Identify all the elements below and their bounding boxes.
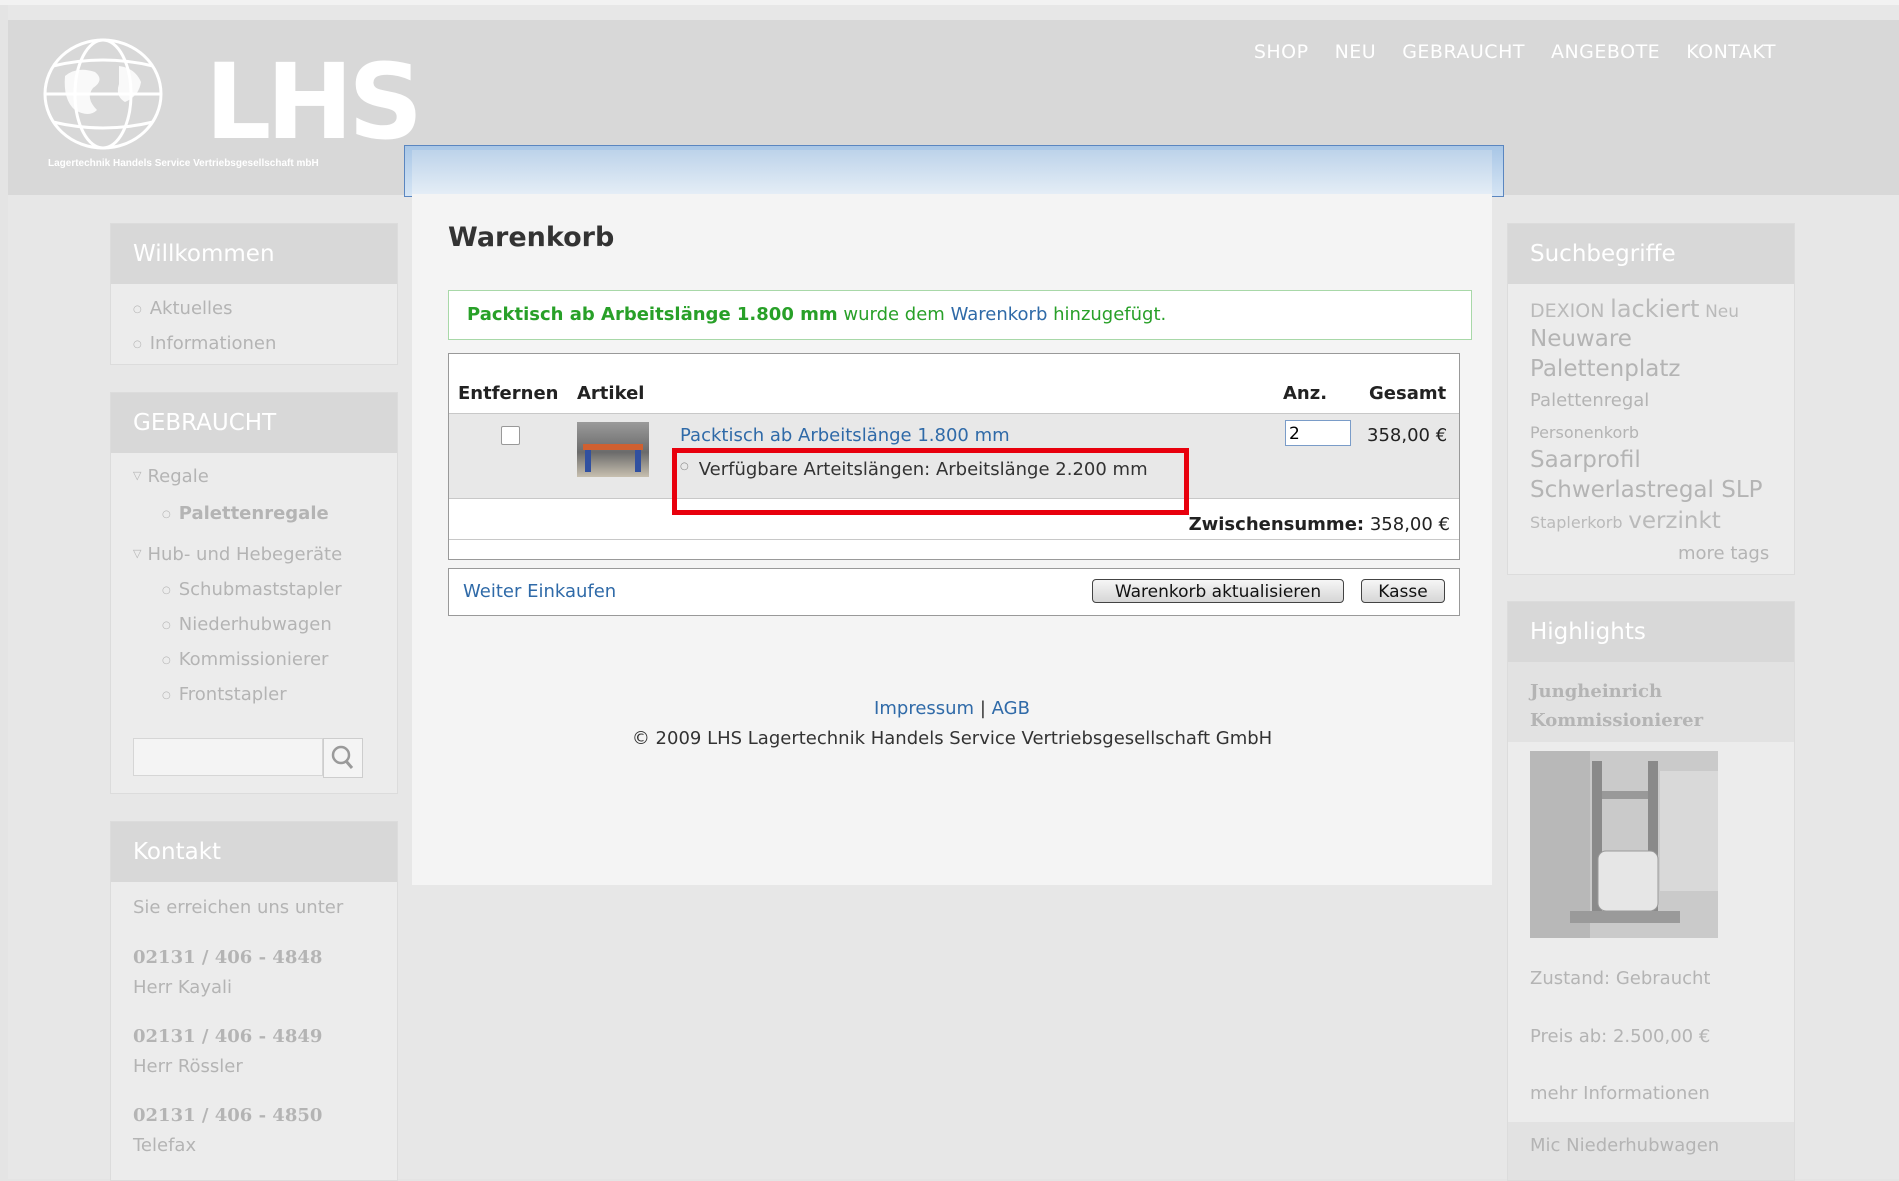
highlight-next-item[interactable]: Mic Niederhubwagen <box>1530 1135 1719 1156</box>
tag-staplerkorb[interactable]: Staplerkorb <box>1530 513 1622 532</box>
highlight-preis: Preis ab: 2.500,00 € <box>1530 1026 1711 1047</box>
modal-header-gradient <box>412 150 1492 194</box>
contact-intro: Sie erreichen uns unter <box>133 897 344 918</box>
header-item: Artikel <box>577 383 645 404</box>
message-text-1: wurde dem <box>843 304 945 325</box>
quantity-input[interactable]: 2 <box>1285 420 1351 446</box>
main-nav: SHOP NEU GEBRAUCHT ANGEBOTE KONTAKT <box>1254 41 1776 63</box>
product-link[interactable]: Packtisch ab Arbeitslänge 1.800 mm <box>680 425 1010 446</box>
subtotal-label: Zwischensumme: <box>1188 514 1365 535</box>
header-total: Gesamt <box>1369 383 1447 404</box>
subtotal-value: 358,00 € <box>1369 514 1450 535</box>
tag-dexion[interactable]: DEXION <box>1530 300 1604 322</box>
sidebar-item-regale[interactable]: Regale <box>133 466 208 487</box>
sidebar-item-hub[interactable]: Hub- und Hebegeräte <box>133 544 342 565</box>
highlight-product-image[interactable] <box>1530 751 1718 938</box>
subtotal: Zwischensumme: 358,00 € <box>1189 514 1450 535</box>
cart-actions: Weiter Einkaufen Warenkorb aktualisieren… <box>448 568 1460 616</box>
tag-neuware[interactable]: Neuware <box>1530 326 1632 352</box>
added-to-cart-message: Packtisch ab Arbeitslänge 1.800 mm wurde… <box>448 290 1472 340</box>
highlight-more-info[interactable]: mehr Informationen <box>1530 1083 1710 1104</box>
site-logo[interactable]: LHS Lagertechnik Handels Service Vertrie… <box>35 36 423 176</box>
tag-verzinkt[interactable]: verzinkt <box>1628 508 1721 534</box>
item-total: 358,00 € <box>1367 425 1448 446</box>
search-input[interactable] <box>133 738 323 776</box>
contact-block: Kontakt <box>110 821 398 1181</box>
cart-title: Warenkorb <box>448 222 615 253</box>
table-divider <box>449 539 1459 540</box>
forklift-image-icon <box>1530 751 1718 938</box>
contact-name-3: Telefax <box>133 1135 197 1156</box>
sidebar-item-aktuelles[interactable]: Aktuelles <box>133 298 233 319</box>
update-cart-button[interactable]: Warenkorb aktualisieren <box>1092 579 1344 603</box>
continue-shopping-link[interactable]: Weiter Einkaufen <box>463 581 616 602</box>
globe-logo-icon <box>43 38 163 150</box>
contact-phone-2: 02131 / 406 - 4849 <box>133 1026 323 1047</box>
more-tags-link[interactable]: more tags <box>1678 543 1769 564</box>
tag-saarprofil[interactable]: Saarprofil <box>1530 447 1641 473</box>
message-text-2: hinzugefügt. <box>1053 304 1167 325</box>
table-row: Packtisch ab Arbeitslänge 1.800 mm ○ Verf… <box>449 413 1459 515</box>
highlights-title: Highlights <box>1508 602 1794 662</box>
welcome-title: Willkommen <box>111 224 397 284</box>
sidebar-item-schubmaststapler[interactable]: Schubmaststapler <box>162 579 342 600</box>
impressum-link[interactable]: Impressum <box>874 698 974 719</box>
tag-personenkorb[interactable]: Personenkorb <box>1530 423 1639 442</box>
sidebar-item-palettenregale[interactable]: Palettenregale <box>162 503 329 524</box>
checkout-button[interactable]: Kasse <box>1361 579 1445 603</box>
highlight-annotation-box <box>672 448 1189 515</box>
agb-link[interactable]: AGB <box>992 698 1030 719</box>
sidebar-item-informationen[interactable]: Informationen <box>133 333 277 354</box>
tag-line-last: Staplerkorb verzinkt <box>1530 508 1721 534</box>
header-qty: Anz. <box>1283 383 1328 404</box>
tag-lackiert[interactable]: lackiert <box>1610 295 1699 323</box>
tag-palettenregal[interactable]: Palettenregal <box>1530 390 1649 411</box>
nav-shop[interactable]: SHOP <box>1254 41 1309 63</box>
logo-subtitle: Lagertechnik Handels Service Vertriebsge… <box>48 158 319 169</box>
used-title: GEBRAUCHT <box>111 393 397 453</box>
cart-modal: Warenkorb Packtisch ab Arbeitslänge 1.80… <box>412 150 1492 885</box>
contact-title: Kontakt <box>111 822 397 882</box>
highlight-product-name[interactable]: Jungheinrich Kommissionierer <box>1530 677 1730 735</box>
cart-table: Entfernen Artikel Anz. Gesamt Packtisch … <box>448 353 1460 560</box>
footer-links: Impressum | AGB <box>412 698 1492 719</box>
contact-phone-3: 02131 / 406 - 4850 <box>133 1105 323 1126</box>
message-product: Packtisch ab Arbeitslänge 1.800 mm <box>467 304 838 325</box>
search-icon <box>331 745 354 769</box>
product-thumbnail[interactable] <box>577 422 649 477</box>
sidebar-item-frontstapler[interactable]: Frontstapler <box>162 684 287 705</box>
nav-angebote[interactable]: ANGEBOTE <box>1551 41 1660 63</box>
highlight-zustand: Zustand: Gebraucht <box>1530 968 1711 989</box>
sidebar-item-niederhubwagen[interactable]: Niederhubwagen <box>162 614 332 635</box>
remove-checkbox[interactable] <box>501 426 520 445</box>
search-button[interactable] <box>323 738 363 778</box>
footer-copyright: © 2009 LHS Lagertechnik Handels Service … <box>631 728 1273 749</box>
footer-separator: | <box>979 698 986 719</box>
logo-wordmark: LHS <box>205 41 423 163</box>
contact-name-2: Herr Rössler <box>133 1056 243 1077</box>
message-cart-link[interactable]: Warenkorb <box>951 304 1048 325</box>
tag-palettenplatz[interactable]: Palettenplatz <box>1530 356 1680 382</box>
nav-kontakt[interactable]: KONTAKT <box>1686 41 1776 63</box>
tag-line-1: DEXION lackiert Neu <box>1530 295 1739 323</box>
nav-gebraucht[interactable]: GEBRAUCHT <box>1402 41 1525 63</box>
nav-neu[interactable]: NEU <box>1335 41 1377 63</box>
contact-phone-1: 02131 / 406 - 4848 <box>133 947 323 968</box>
sidebar-item-kommissionierer[interactable]: Kommissionierer <box>162 649 329 670</box>
tag-neu[interactable]: Neu <box>1705 302 1739 322</box>
tags-title: Suchbegriffe <box>1508 224 1794 284</box>
header-remove: Entfernen <box>458 383 559 404</box>
tag-schwerlastregal[interactable]: Schwerlastregal SLP <box>1530 477 1763 503</box>
contact-name-1: Herr Kayali <box>133 977 233 998</box>
